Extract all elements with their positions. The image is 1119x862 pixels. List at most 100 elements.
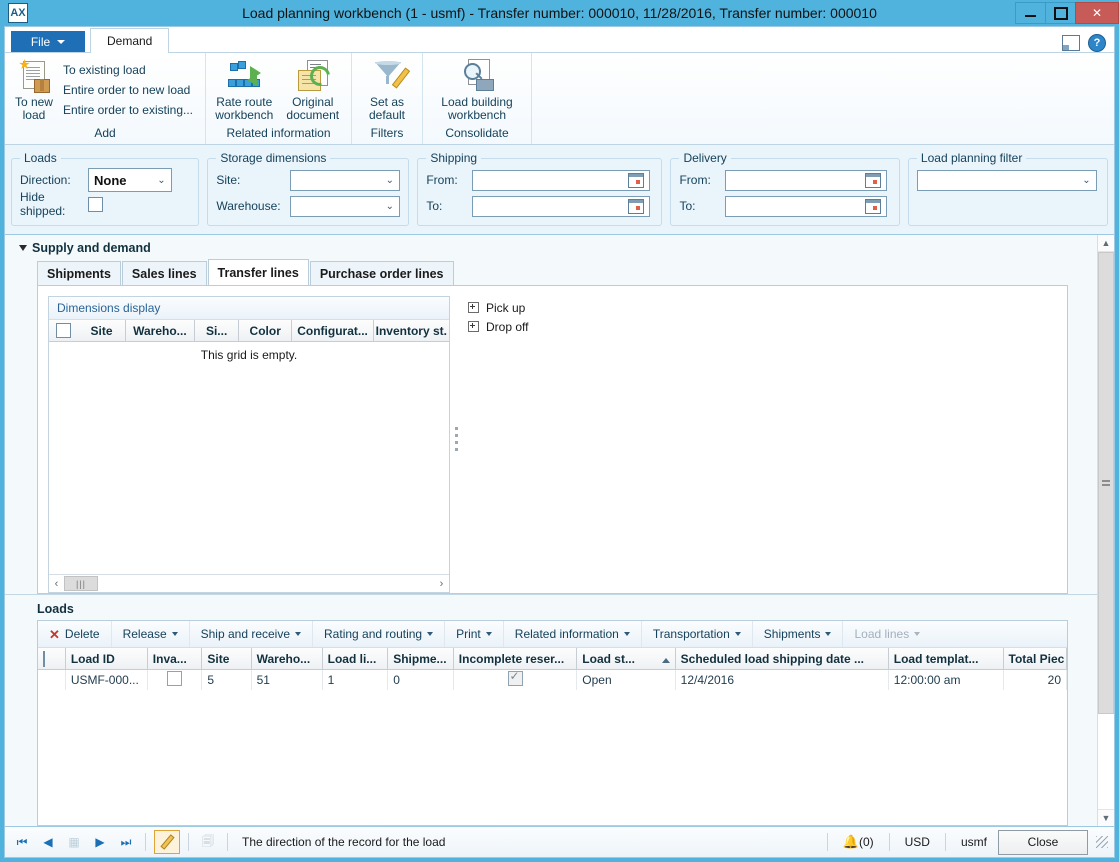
vscroll-track[interactable]: [1098, 252, 1114, 809]
cell-site[interactable]: 5: [201, 669, 252, 690]
warehouse-select[interactable]: ⌄: [290, 195, 401, 217]
cell-total-pieces[interactable]: 20: [1003, 669, 1068, 690]
hide-shipped-checkbox[interactable]: [88, 196, 103, 212]
load-building-workbench-button[interactable]: Load building workbench: [429, 57, 525, 124]
col-warehouse[interactable]: Wareho...: [251, 648, 323, 670]
help-icon[interactable]: ?: [1088, 34, 1106, 52]
notifications-indicator[interactable]: 🔔(0): [838, 834, 879, 850]
tab-shipments[interactable]: Shipments: [37, 261, 121, 285]
col-total-pieces[interactable]: Total Piec: [1003, 648, 1068, 670]
delete-button[interactable]: ✕ Delete: [38, 621, 112, 647]
set-as-default-button[interactable]: Set as default: [358, 57, 416, 124]
tab-sales-lines[interactable]: Sales lines: [121, 261, 207, 285]
rating-and-routing-menu-button[interactable]: Rating and routing: [313, 621, 446, 647]
last-record-button[interactable]: ⏭: [115, 831, 137, 853]
pane-layout-icon[interactable]: [1062, 35, 1080, 51]
dimensions-grid-hscrollbar[interactable]: ‹ ||| ›: [49, 574, 449, 592]
next-record-button[interactable]: ▶: [89, 831, 111, 853]
invalid-checkbox[interactable]: [167, 671, 183, 686]
col-site[interactable]: Site: [201, 648, 252, 670]
dim-col-size[interactable]: Si...: [195, 320, 239, 341]
calendar-icon[interactable]: [865, 172, 882, 188]
calendar-icon[interactable]: [865, 198, 882, 214]
transportation-menu-button[interactable]: Transportation: [642, 621, 753, 647]
dim-col-warehouse[interactable]: Wareho...: [126, 320, 196, 341]
col-load-id[interactable]: Load ID: [65, 648, 148, 670]
col-scheduled-load-shipping-date[interactable]: Scheduled load shipping date ...: [675, 648, 889, 670]
vscroll-thumb[interactable]: [1098, 252, 1114, 714]
dim-col-color[interactable]: Color: [239, 320, 293, 341]
shipments-menu-button[interactable]: Shipments: [753, 621, 844, 647]
entire-order-to-new-load-button[interactable]: Entire order to new load: [57, 80, 199, 100]
grid-view-button[interactable]: ▦: [63, 831, 85, 853]
load-planning-filter-select[interactable]: ⌄: [916, 169, 1097, 191]
dim-col-inventory-status[interactable]: Inventory st.: [374, 320, 449, 341]
delivery-from-date-input[interactable]: [725, 169, 888, 191]
copy-record-button[interactable]: 🗐: [197, 831, 219, 853]
to-new-load-button[interactable]: To new load: [11, 57, 57, 124]
select-all-checkbox[interactable]: [56, 323, 72, 338]
panel-splitter[interactable]: [450, 286, 462, 593]
maximize-button[interactable]: [1045, 2, 1076, 24]
release-menu-button[interactable]: Release: [112, 621, 190, 647]
hscroll-track[interactable]: |||: [64, 575, 434, 592]
col-load-template[interactable]: Load templat...: [888, 648, 1004, 670]
dim-col-site[interactable]: Site: [79, 320, 126, 341]
cell-incomplete-reservation[interactable]: [453, 669, 578, 690]
minimize-button[interactable]: [1015, 2, 1046, 24]
scroll-up-icon[interactable]: ▲: [1098, 235, 1114, 252]
col-incomplete-reservation[interactable]: Incomplete reser...: [453, 648, 578, 670]
entire-order-to-existing-button[interactable]: Entire order to existing...: [57, 100, 199, 120]
incomplete-reservation-checkbox[interactable]: [507, 670, 523, 686]
cell-warehouse[interactable]: 51: [251, 669, 323, 690]
to-existing-load-button[interactable]: To existing load: [57, 60, 199, 80]
cell-scheduled-date[interactable]: 12/4/2016: [675, 669, 889, 690]
calendar-icon[interactable]: [628, 172, 645, 188]
first-record-button[interactable]: ⏮: [11, 831, 33, 853]
collapse-triangle-icon[interactable]: [19, 245, 27, 251]
expand-plus-icon[interactable]: [468, 321, 479, 332]
print-menu-button[interactable]: Print: [445, 621, 504, 647]
supply-and-demand-header[interactable]: Supply and demand: [5, 235, 1098, 259]
scroll-down-icon[interactable]: ▼: [1098, 809, 1114, 826]
direction-select[interactable]: None ⌄: [88, 168, 172, 192]
dim-col-configuration[interactable]: Configurat...: [292, 320, 374, 341]
close-window-button[interactable]: ✕: [1075, 2, 1119, 24]
expand-plus-icon[interactable]: [468, 302, 479, 313]
shipping-to-date-input[interactable]: [472, 195, 651, 217]
cell-shipments[interactable]: 0: [387, 669, 454, 690]
col-load-status[interactable]: Load st...: [576, 648, 676, 670]
col-invalid[interactable]: Inva...: [147, 648, 203, 670]
site-select[interactable]: ⌄: [290, 169, 401, 191]
cell-invalid[interactable]: [147, 669, 203, 690]
expander-drop-off[interactable]: Drop off: [468, 317, 528, 336]
cell-load-status[interactable]: Open: [576, 669, 676, 690]
related-information-menu-button[interactable]: Related information: [504, 621, 642, 647]
rate-route-workbench-button[interactable]: Rate route workbench: [212, 57, 277, 124]
col-load-lines[interactable]: Load li...: [322, 648, 389, 670]
tab-transfer-lines[interactable]: Transfer lines: [207, 259, 309, 285]
scroll-left-icon[interactable]: ‹: [49, 575, 64, 592]
cell-load-id[interactable]: USMF-000...: [65, 669, 148, 690]
ship-and-receive-menu-button[interactable]: Ship and receive: [190, 621, 314, 647]
tab-purchase-order-lines[interactable]: Purchase order lines: [309, 261, 454, 285]
resize-grip-icon[interactable]: [1096, 836, 1108, 848]
expander-pick-up[interactable]: Pick up: [468, 298, 528, 317]
tab-demand[interactable]: Demand: [90, 28, 170, 53]
select-all-loads-checkbox[interactable]: [43, 650, 45, 667]
close-button[interactable]: Close: [998, 829, 1088, 855]
scroll-right-icon[interactable]: ›: [434, 575, 449, 592]
hscroll-thumb[interactable]: |||: [64, 576, 98, 591]
file-menu-button[interactable]: File: [11, 31, 85, 52]
calendar-icon[interactable]: [628, 198, 645, 214]
shipping-from-date-input[interactable]: [472, 169, 651, 191]
cell-load-lines[interactable]: 1: [322, 669, 389, 690]
edit-record-button[interactable]: [154, 830, 180, 854]
delivery-to-date-input[interactable]: [725, 195, 888, 217]
original-document-button[interactable]: Original document: [281, 57, 346, 124]
col-shipments[interactable]: Shipme...: [387, 648, 454, 670]
table-row[interactable]: USMF-000... 5 51 1 0 Open 12/4/2016 12:0…: [38, 669, 1068, 690]
content-vertical-scrollbar[interactable]: ▲ ▼: [1097, 235, 1114, 826]
cell-scheduled-time[interactable]: 12:00:00 am: [888, 669, 1004, 690]
previous-record-button[interactable]: ◀: [37, 831, 59, 853]
